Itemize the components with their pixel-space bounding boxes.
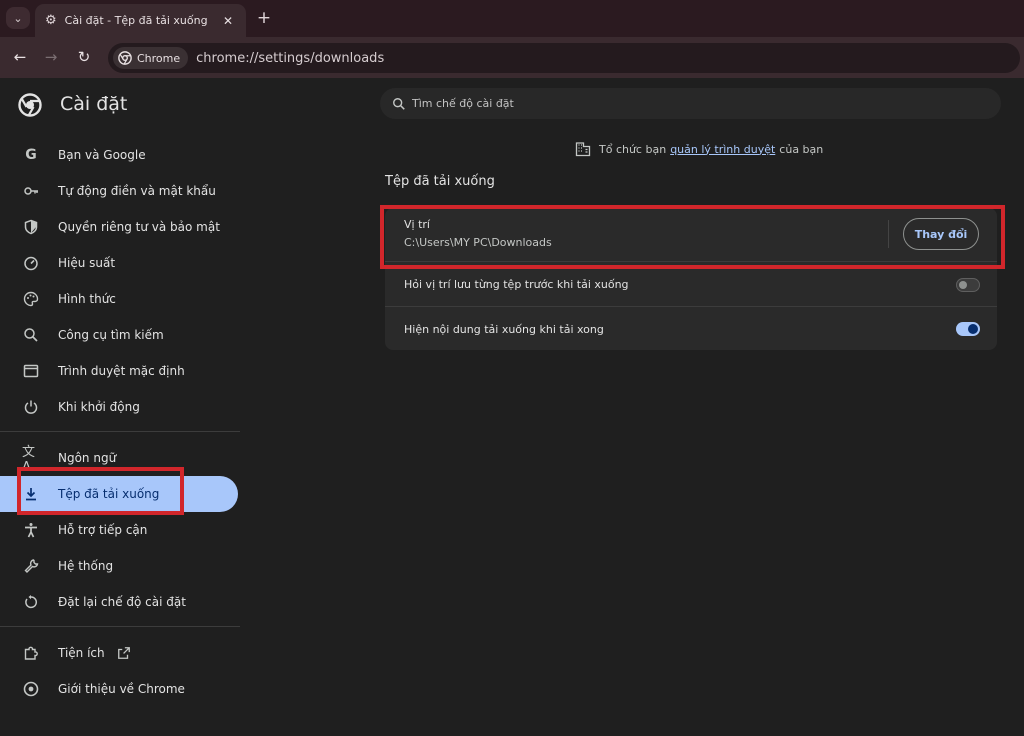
new-tab-button[interactable]: + (254, 8, 274, 28)
show-downloads-label: Hiện nội dung tải xuống khi tải xong (404, 322, 604, 336)
sidebar-item-label: Quyền riêng tư và bảo mật (58, 220, 220, 234)
sidebar-item-label: Hệ thống (58, 559, 114, 573)
sidebar-item-system[interactable]: Hệ thống (0, 548, 238, 584)
sidebar-item-label: Tiện ích (58, 646, 105, 660)
arrow-right-icon: → (44, 48, 58, 66)
sidebar-item-label: Bạn và Google (58, 148, 146, 162)
sidebar-item-extensions[interactable]: Tiện ích (0, 635, 238, 671)
show-downloads-toggle[interactable] (956, 322, 980, 336)
sidebar-item-label: Ngôn ngữ (58, 451, 117, 465)
google-icon: G (25, 147, 37, 163)
back-button[interactable]: ← (9, 47, 31, 67)
translate-icon: 文A (22, 445, 36, 475)
sidebar-divider (0, 431, 240, 432)
sidebar-item-label: Hỗ trợ tiếp cận (58, 523, 148, 537)
sidebar-item-reset[interactable]: Đặt lại chế độ cài đặt (0, 584, 238, 620)
settings-search[interactable] (380, 88, 1001, 119)
sidebar-item-label: Khi khởi động (58, 400, 140, 414)
reload-button[interactable]: ↻ (73, 47, 95, 67)
close-icon[interactable]: ✕ (220, 14, 236, 28)
sidebar-item-label: Tự động điền và mật khẩu (58, 184, 216, 198)
building-icon (575, 142, 591, 157)
sidebar-item-accessibility[interactable]: Hỗ trợ tiếp cận (0, 512, 238, 548)
toggle-knob (959, 280, 967, 289)
sidebar-item-about-chrome[interactable]: Giới thiệu về Chrome (0, 671, 238, 707)
arrow-left-icon: ← (13, 48, 27, 66)
forward-button[interactable]: → (40, 47, 62, 67)
sidebar-item-label: Hình thức (58, 292, 116, 306)
external-link-icon (117, 647, 130, 659)
tab-title: Cài đặt - Tệp đã tải xuống (64, 14, 208, 27)
sidebar-item-label: Giới thiệu về Chrome (58, 682, 185, 696)
puzzle-icon (22, 644, 40, 662)
wrench-icon (22, 557, 40, 575)
sidebar-item-default-browser[interactable]: Trình duyệt mặc định (0, 353, 238, 389)
reset-icon (22, 593, 40, 611)
palette-icon (22, 290, 40, 308)
sidebar-item-performance[interactable]: Hiệu suất (0, 245, 238, 281)
sidebar-item-you-and-google[interactable]: G Bạn và Google (0, 137, 238, 173)
chrome-logo-icon (18, 93, 42, 117)
chrome-icon (118, 51, 132, 65)
sidebar-item-label: Trình duyệt mặc định (58, 364, 185, 378)
page-title: Cài đặt (60, 93, 128, 115)
sidebar-item-label: Đặt lại chế độ cài đặt (58, 595, 186, 609)
shield-icon (22, 218, 40, 236)
annotation-highlight-downloads (17, 467, 184, 515)
ask-location-row[interactable]: Hỏi vị trí lưu từng tệp trước khi tải xu… (385, 263, 997, 307)
url-text: chrome://settings/downloads (196, 50, 385, 66)
toggle-knob (968, 324, 978, 334)
search-input[interactable] (412, 97, 972, 110)
sidebar-item-label: Hiệu suất (58, 256, 116, 270)
search-icon (22, 326, 40, 344)
tab-search-button[interactable]: ⌄ (6, 7, 30, 29)
sidebar-item-privacy[interactable]: Quyền riêng tư và bảo mật (0, 209, 238, 245)
managed-notice: Tổ chức bạn quản lý trình duyệt của bạn (575, 141, 823, 157)
browser-window-icon (22, 362, 40, 380)
section-title: Tệp đã tải xuống (385, 174, 495, 189)
sidebar-item-on-startup[interactable]: Khi khởi động (0, 389, 238, 425)
sidebar-divider (0, 626, 240, 627)
power-icon (22, 398, 40, 416)
managed-link[interactable]: quản lý trình duyệt (670, 143, 775, 156)
key-icon (22, 182, 40, 200)
chevron-down-icon: ⌄ (13, 11, 23, 25)
sidebar-item-autofill[interactable]: Tự động điền và mật khẩu (0, 173, 238, 209)
ask-location-label: Hỏi vị trí lưu từng tệp trước khi tải xu… (404, 278, 629, 291)
sidebar-item-label: Công cụ tìm kiếm (58, 328, 164, 342)
chip-label: Chrome (137, 51, 181, 65)
tab-strip: ⌄ ⚙ Cài đặt - Tệp đã tải xuống ✕ + (0, 0, 1024, 37)
site-info-chip[interactable]: Chrome (113, 47, 189, 69)
show-downloads-row[interactable]: Hiện nội dung tải xuống khi tải xong (385, 307, 997, 351)
speedometer-icon (22, 254, 40, 272)
chrome-icon (22, 680, 40, 698)
sidebar-item-search-engine[interactable]: Công cụ tìm kiếm (0, 317, 238, 353)
reload-icon: ↻ (77, 48, 91, 66)
address-bar[interactable]: Chrome chrome://settings/downloads (108, 43, 1020, 73)
ask-location-toggle[interactable] (956, 277, 980, 292)
toolbar: ← → ↻ Chrome chrome://settings/downloads (0, 37, 1024, 78)
annotation-highlight-location (380, 205, 1005, 269)
gear-icon: ⚙ (45, 13, 57, 28)
sidebar-item-appearance[interactable]: Hình thức (0, 281, 238, 317)
search-icon (393, 97, 405, 110)
accessibility-icon (22, 521, 40, 539)
managed-suffix: của bạn (779, 142, 824, 156)
managed-prefix: Tổ chức bạn (599, 142, 667, 156)
active-tab[interactable]: ⚙ Cài đặt - Tệp đã tải xuống ✕ (35, 4, 246, 37)
